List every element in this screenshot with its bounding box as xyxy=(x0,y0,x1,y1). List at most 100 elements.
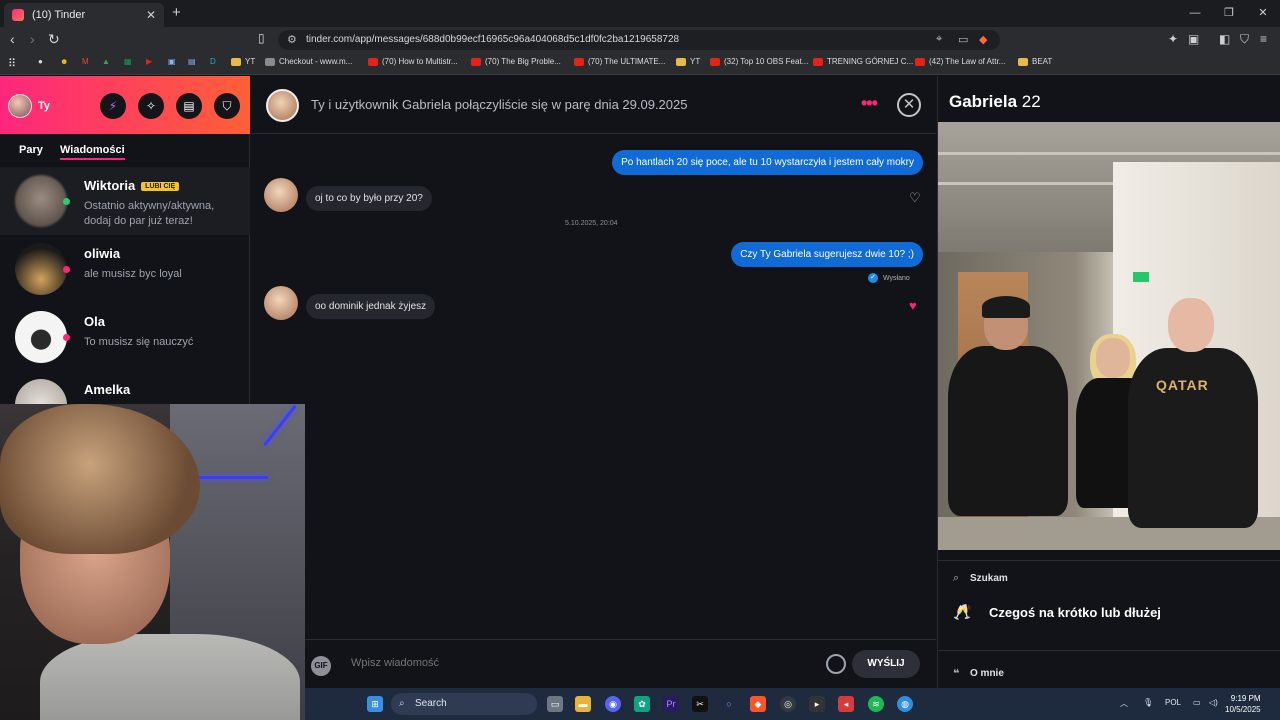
obs-icon[interactable]: ◎ xyxy=(780,696,796,712)
more-options-icon[interactable]: ••• xyxy=(861,93,878,114)
close-tab-icon[interactable]: ✕ xyxy=(146,8,156,22)
premiere-icon[interactable]: Pr xyxy=(663,696,679,712)
shield-icon[interactable]: ⛉ xyxy=(214,93,240,119)
chat-header: Ty i użytkownik Gabriela połączyliście s… xyxy=(251,76,936,134)
match-avatar[interactable] xyxy=(264,286,298,320)
my-avatar[interactable] xyxy=(8,94,32,118)
terminal-icon[interactable]: ▸ xyxy=(809,696,825,712)
bookmark-4[interactable]: (70) The Big Proble... xyxy=(471,57,561,66)
bookmark-app-icon[interactable]: ▣ xyxy=(168,57,176,66)
capcut-icon[interactable]: ✂ xyxy=(692,696,708,712)
app-icon[interactable]: ○ xyxy=(721,696,737,712)
cast-icon[interactable]: ▭ xyxy=(958,33,968,46)
restore-icon[interactable]: ❐ xyxy=(1212,0,1246,27)
profile-photo[interactable]: QATAR xyxy=(938,122,1280,550)
tinder-favicon-icon xyxy=(12,9,24,21)
forward-icon[interactable]: › xyxy=(30,31,35,47)
match-avatar[interactable] xyxy=(264,178,298,212)
volume-icon[interactable]: ◁) xyxy=(1209,698,1218,707)
bookmark-9[interactable]: (42) The Law of Attr... xyxy=(915,57,1005,66)
back-icon[interactable]: ‹ xyxy=(10,31,15,47)
extensions-icon[interactable]: ✦ xyxy=(1168,32,1178,46)
bookmark-app-icon-2[interactable]: ▤ xyxy=(188,57,196,66)
close-chat-icon[interactable]: ✕ xyxy=(897,93,921,117)
youtube-icon[interactable]: ▶ xyxy=(146,57,152,66)
youtube-icon xyxy=(915,57,925,66)
network-icon[interactable]: ▭ xyxy=(1193,698,1201,707)
shirt-logo-text: QATAR xyxy=(1156,377,1209,393)
liked-heart-icon[interactable]: ♥ xyxy=(909,298,917,313)
emoji-icon[interactable] xyxy=(826,654,846,674)
menu-icon[interactable]: ≡ xyxy=(1260,32,1267,46)
about-section: ❝ O mnie xyxy=(938,650,1280,688)
briefcase-icon[interactable]: ▤ xyxy=(176,93,202,119)
tab-messages[interactable]: Wiadomości xyxy=(60,144,125,160)
microphone-icon[interactable]: 🎙 xyxy=(1143,698,1153,707)
conversation-name: oliwia xyxy=(84,246,121,261)
message-input[interactable] xyxy=(351,657,811,669)
vpn-icon[interactable]: ⛉ xyxy=(1240,32,1249,47)
location-icon[interactable]: ⌖ xyxy=(936,33,942,46)
send-button[interactable]: WYŚLIJ xyxy=(852,650,920,678)
spotify-icon[interactable]: ≋ xyxy=(868,696,884,712)
conversation-name: Wiktoria LUBI CIĘ xyxy=(84,178,180,193)
boost-icon[interactable]: ⚡ xyxy=(100,93,126,119)
like-heart-icon[interactable]: ♡ xyxy=(909,190,921,206)
conversation-item[interactable]: Ola To musisz się nauczyć xyxy=(0,303,250,371)
conversation-item[interactable]: Wiktoria LUBI CIĘ Ostatnio aktywny/aktywn… xyxy=(0,167,250,235)
match-info-text: Ty i użytkownik Gabriela połączyliście s… xyxy=(311,97,688,112)
conversation-item[interactable]: oliwia ale musisz byc loyal xyxy=(0,235,250,303)
taskbar-search[interactable]: ⌕ Search xyxy=(391,693,537,715)
webcam-overlay xyxy=(0,404,305,720)
reload-icon[interactable]: ↻ xyxy=(48,31,60,48)
brave-shield-icon[interactable]: ◆ xyxy=(979,33,987,46)
search-icon: ⌕ xyxy=(399,698,405,709)
photo-pipe xyxy=(938,152,1280,155)
tab-matches[interactable]: Pary xyxy=(19,144,43,156)
bookmark-2[interactable]: Checkout - www.m... xyxy=(265,57,352,66)
task-view-icon[interactable]: ▭ xyxy=(547,696,563,712)
globe-icon[interactable]: ◍ xyxy=(897,696,913,712)
youtube-icon xyxy=(710,57,720,66)
explore-icon[interactable]: ✧ xyxy=(138,93,164,119)
sidebar-header: Ty ⚡ ✧ ▤ ⛉ xyxy=(0,76,250,134)
site-info-icon[interactable]: ⚙ xyxy=(287,33,297,46)
browser-tab[interactable]: (10) Tinder ✕ xyxy=(4,3,164,27)
folder-icon xyxy=(231,57,241,66)
profile-panel: Gabriela 22 QATAR ⌕ Szukam 🥂 Czegoś na k… xyxy=(937,76,1280,688)
emoji-bookmark-icon[interactable]: ☻ xyxy=(60,57,68,66)
chatgpt-icon[interactable]: ✿ xyxy=(634,696,650,712)
my-name[interactable]: Ty xyxy=(38,100,50,112)
bookmark-7[interactable]: (32) Top 10 OBS Feat... xyxy=(710,57,808,66)
wallet-icon[interactable]: ▣ xyxy=(1188,32,1199,46)
bookmark-1[interactable]: YT xyxy=(231,57,255,66)
gmail-icon[interactable]: M xyxy=(82,57,89,66)
close-window-icon[interactable]: ✕ xyxy=(1246,0,1280,27)
discord-icon[interactable]: ◉ xyxy=(605,696,621,712)
clock[interactable]: 9:19 PM 10/5/2025 xyxy=(1225,693,1261,715)
bookmark-3[interactable]: (70) How to Multistr... xyxy=(368,57,458,66)
bookmark-8[interactable]: TRENING GÓRNEJ C... xyxy=(813,57,913,66)
minimize-icon[interactable]: — xyxy=(1178,0,1212,27)
apps-icon[interactable]: ⠿ xyxy=(8,57,16,70)
address-bar[interactable]: ⚙ tinder.com/app/messages/688d0b99ecf169… xyxy=(278,30,1000,50)
bookmark-d-icon[interactable]: D xyxy=(210,57,216,66)
brave-icon[interactable]: ◆ xyxy=(750,696,766,712)
tray-chevron-icon[interactable]: ︿ xyxy=(1120,698,1128,709)
apple-icon[interactable]: ● xyxy=(38,57,43,66)
match-avatar[interactable] xyxy=(266,89,299,122)
avatar xyxy=(15,311,67,363)
sheets-icon[interactable]: ▦ xyxy=(124,57,132,66)
recorder-icon[interactable]: ◂ xyxy=(838,696,854,712)
gif-button[interactable]: GIF xyxy=(311,656,331,676)
bookmark-icon[interactable]: ▯ xyxy=(258,31,265,45)
sidebar-toggle-icon[interactable]: ◧ xyxy=(1219,32,1230,46)
bookmark-6[interactable]: YT xyxy=(676,57,700,66)
start-icon[interactable]: ⊞ xyxy=(367,696,383,712)
file-explorer-icon[interactable]: ▬ xyxy=(575,696,591,712)
bookmark-10[interactable]: BEAT xyxy=(1018,57,1052,66)
language-indicator[interactable]: POL xyxy=(1165,698,1181,707)
bookmark-5[interactable]: (70) The ULTIMATE... xyxy=(574,57,665,66)
new-tab-icon[interactable]: + xyxy=(172,4,181,21)
drive-icon[interactable]: ▲ xyxy=(102,57,110,66)
